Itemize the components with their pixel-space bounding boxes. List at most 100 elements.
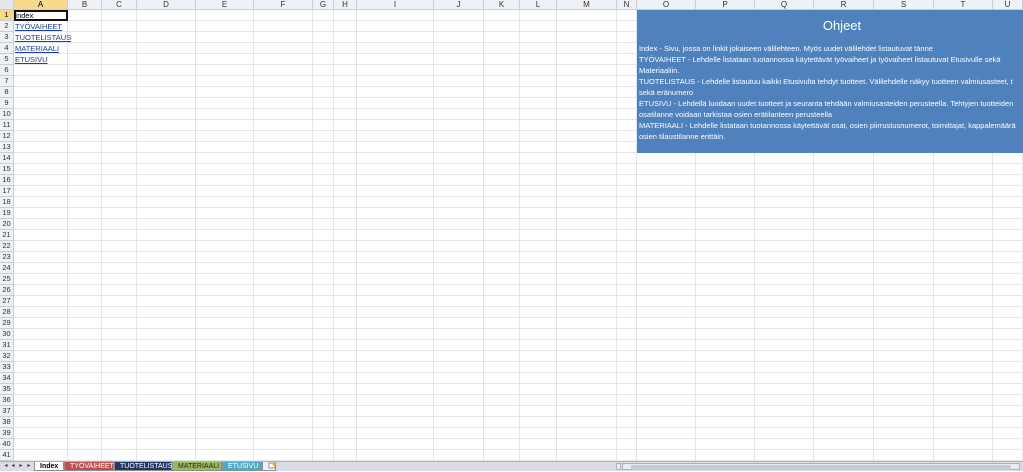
row-header[interactable]: 40 [0,439,14,450]
row-header[interactable]: 36 [0,395,14,406]
column-header[interactable]: Q [755,0,814,10]
row-header[interactable]: 31 [0,340,14,351]
row-header[interactable]: 3 [0,32,14,43]
next-sheet-icon[interactable]: ▸ [17,462,25,471]
spreadsheet-grid[interactable]: ABCDEFGHIJKLMNOPQRSTU 1 2 3 4 5 6 7 8 9 10 11 12 13 1… [0,0,1023,461]
column-header[interactable]: B [68,0,102,10]
row-header[interactable]: 4 [0,43,14,54]
column-header[interactable]: I [357,0,434,10]
horizontal-scroll-thumb[interactable] [631,465,1011,470]
link-tuotelistaus[interactable]: TUOTELISTAUS [15,32,71,43]
new-sheet-icon[interactable] [262,462,276,471]
tab-tyovaiheet[interactable]: TYÖVAIHEET [64,462,114,471]
row-header[interactable]: 19 [0,208,14,219]
row-header[interactable]: 2 [0,21,14,32]
row-gridline [14,317,1023,318]
row-header[interactable]: 34 [0,373,14,384]
column-header[interactable]: D [137,0,196,10]
instruction-line: sekä eränumero [639,88,694,97]
row-gridline [14,229,1023,230]
row-gridline [14,295,1023,296]
row-header[interactable]: 32 [0,351,14,362]
row-header[interactable]: 17 [0,186,14,197]
tab-materiaali[interactable]: MATERIAALI [172,462,222,471]
row-header[interactable]: 1 [0,10,14,21]
row-header[interactable]: 15 [0,164,14,175]
column-header[interactable]: H [334,0,357,10]
row-header[interactable]: 12 [0,131,14,142]
column-header[interactable]: M [557,0,617,10]
instruction-line: TUOTELISTAUS - Lehdelle listautuu kaikki… [639,77,1013,86]
row-header[interactable]: 23 [0,252,14,263]
row-header[interactable]: 41 [0,450,14,461]
row-header[interactable]: 33 [0,362,14,373]
row-header[interactable]: 29 [0,318,14,329]
column-header[interactable]: S [874,0,934,10]
instruction-line: osatilanne voidaan tarkistaa osien eräti… [639,110,833,119]
instruction-line: MATERIAALI - Lehdelle listataan tuotanno… [639,121,1016,130]
row-gridline [14,163,1023,164]
row-header[interactable]: 5 [0,54,14,65]
column-header[interactable]: E [196,0,254,10]
column-header[interactable]: L [520,0,557,10]
row-header[interactable]: 10 [0,109,14,120]
column-header[interactable]: G [313,0,334,10]
row-gridline [14,251,1023,252]
row-header[interactable]: 26 [0,285,14,296]
select-all-corner[interactable] [0,0,14,10]
row-header[interactable]: 22 [0,241,14,252]
column-header[interactable]: K [484,0,520,10]
column-header[interactable]: N [617,0,637,10]
column-header[interactable]: R [814,0,874,10]
row-header[interactable]: 21 [0,230,14,241]
row-header[interactable]: 27 [0,296,14,307]
row-header[interactable]: 39 [0,428,14,439]
row-header[interactable]: 35 [0,384,14,395]
row-gridline [14,372,1023,373]
tab-tuotelistaus[interactable]: TUOTELISTAUS [114,462,172,471]
column-header[interactable]: P [696,0,755,10]
row-header[interactable]: 13 [0,142,14,153]
row-header[interactable]: 28 [0,307,14,318]
row-header[interactable]: 16 [0,175,14,186]
row-header[interactable]: 14 [0,153,14,164]
column-header[interactable]: U [993,0,1023,10]
last-sheet-icon[interactable]: ▸ [25,462,33,471]
row-header[interactable]: 24 [0,263,14,274]
link-tyovaiheet[interactable]: TYÖVAIHEET [15,21,62,32]
tab-index[interactable]: Index [34,462,64,471]
row-header[interactable]: 9 [0,98,14,109]
instructions-title: Ohjeet [822,18,862,33]
row-gridline [14,383,1023,384]
row-header[interactable]: 7 [0,76,14,87]
row-header[interactable]: 25 [0,274,14,285]
row-header[interactable]: 6 [0,65,14,76]
column-header[interactable]: A [14,0,68,10]
row-gridline [14,438,1023,439]
instruction-line: ETUSIVU - Lehdellä luodaan uudet tuottee… [639,99,1014,108]
row-header[interactable]: 37 [0,406,14,417]
column-header[interactable]: C [102,0,137,10]
column-header[interactable]: J [434,0,484,10]
row-header[interactable]: 38 [0,417,14,428]
row-header[interactable]: 11 [0,120,14,131]
row-header[interactable]: 30 [0,329,14,340]
row-header[interactable]: 18 [0,197,14,208]
row-header[interactable]: 8 [0,87,14,98]
horizontal-scrollbar[interactable] [622,463,1020,470]
row-gridline [14,218,1023,219]
row-gridline [14,427,1023,428]
column-header[interactable]: F [254,0,313,10]
column-header[interactable]: T [934,0,993,10]
instructions-box[interactable]: Ohjeet Index - Sivu, jossa on linkit jok… [637,10,1023,153]
link-etusivu[interactable]: ETUSIVU [15,54,48,65]
row-gridline [14,196,1023,197]
link-materiaali[interactable]: MATERIAALI [15,43,59,54]
row-gridline [14,284,1023,285]
tab-etusivu[interactable]: ETUSIVU [222,462,262,471]
row-gridline [14,394,1023,395]
split-handle[interactable] [616,463,621,470]
column-header[interactable]: O [637,0,696,10]
prev-sheet-icon[interactable]: ◂ [9,462,17,471]
row-header[interactable]: 20 [0,219,14,230]
